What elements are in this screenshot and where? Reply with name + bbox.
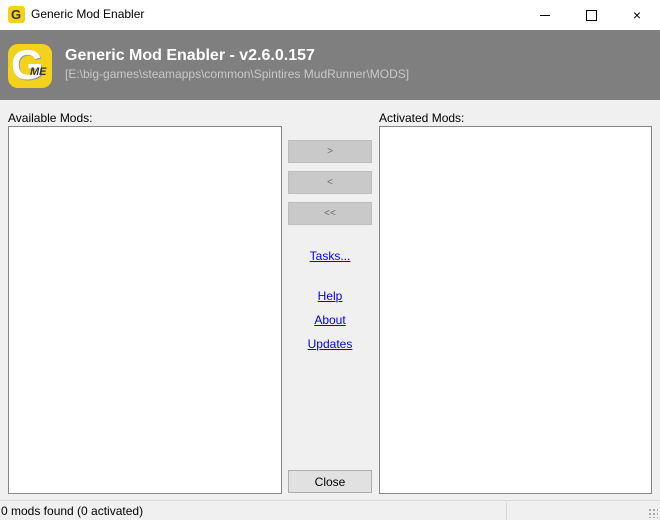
- status-divider: [506, 502, 507, 520]
- available-mods-list[interactable]: [8, 126, 282, 494]
- app-header: G ME Generic Mod Enabler - v2.6.0.157 [E…: [0, 30, 660, 100]
- resize-grip-icon[interactable]: [648, 508, 658, 518]
- help-link[interactable]: Help: [288, 289, 372, 303]
- gme-app-icon[interactable]: G: [8, 6, 25, 23]
- activate-button[interactable]: >: [288, 140, 372, 163]
- updates-link[interactable]: Updates: [288, 337, 372, 351]
- status-bar: 0 mods found (0 activated): [0, 500, 660, 520]
- available-mods-label: Available Mods:: [8, 111, 93, 125]
- close-icon: ×: [632, 7, 642, 23]
- mods-path: [E:\big-games\steamapps\common\Spintires…: [65, 67, 410, 81]
- title-bar: G Generic Mod Enabler ×: [0, 0, 660, 30]
- deactivate-button[interactable]: <: [288, 171, 372, 194]
- logo-sub: ME: [30, 66, 47, 78]
- about-link[interactable]: About: [288, 313, 372, 327]
- tasks-link[interactable]: Tasks...: [288, 249, 372, 263]
- activated-mods-list[interactable]: [379, 126, 652, 494]
- app-title: Generic Mod Enabler - v2.6.0.157: [65, 47, 315, 64]
- maximize-button[interactable]: [568, 0, 614, 30]
- close-button[interactable]: Close: [288, 470, 372, 493]
- logo-letter: G: [11, 41, 44, 88]
- activated-mods-label: Activated Mods:: [379, 111, 465, 125]
- window-close-button[interactable]: ×: [614, 0, 660, 30]
- minimize-icon: [540, 14, 550, 16]
- maximize-icon: [585, 9, 597, 21]
- status-text: 0 mods found (0 activated): [1, 504, 144, 518]
- window-title: Generic Mod Enabler: [31, 7, 145, 21]
- minimize-button[interactable]: [522, 0, 568, 30]
- gme-logo: G ME: [8, 41, 52, 88]
- deactivate-all-button[interactable]: <<: [288, 202, 372, 225]
